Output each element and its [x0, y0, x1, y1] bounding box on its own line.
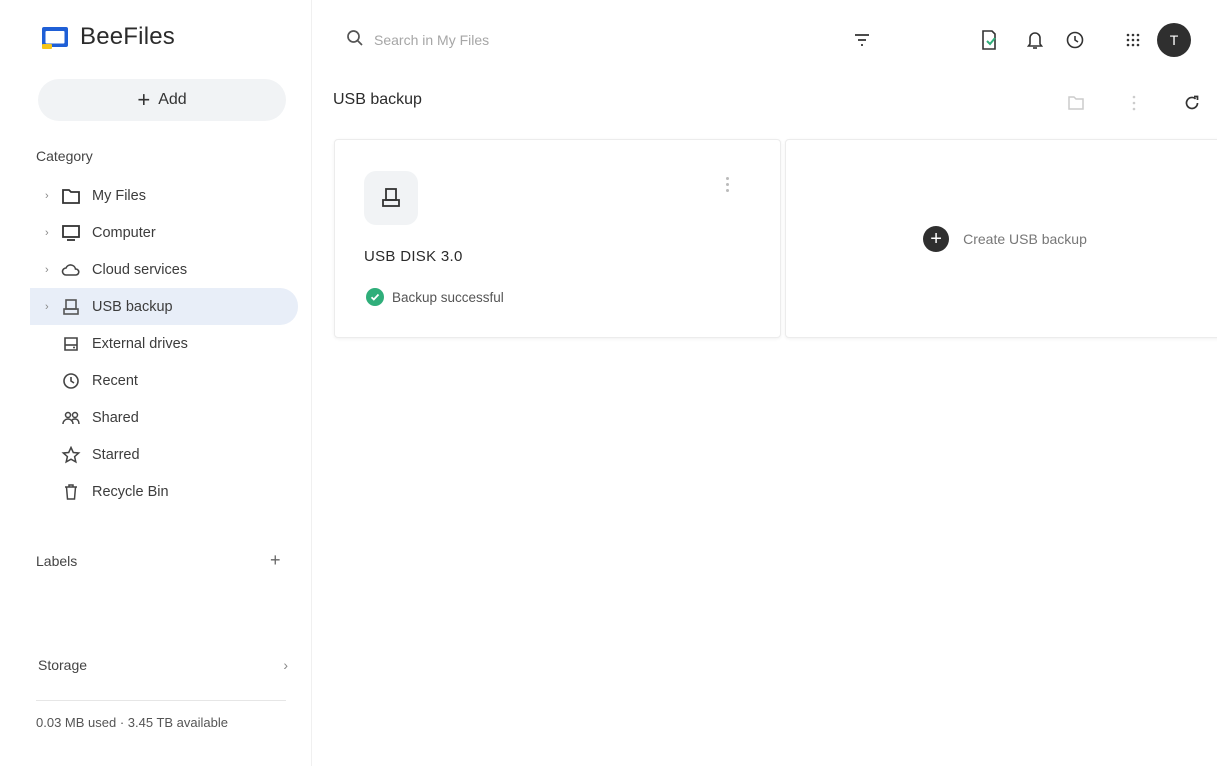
add-label-button[interactable]: + — [270, 550, 281, 571]
logo-icon — [40, 22, 70, 52]
labels-heading: Labels — [36, 553, 78, 569]
card-menu-button[interactable] — [715, 170, 739, 198]
sidebar-item-label: Recycle Bin — [92, 483, 169, 500]
refresh-icon[interactable] — [1174, 85, 1210, 121]
sidebar-item-label: Starred — [92, 446, 140, 463]
sidebar: BeeFiles + Add Category › My Files › Com… — [0, 0, 312, 766]
chevron-right-icon[interactable]: › — [45, 227, 53, 239]
sidebar-item-starred[interactable]: Starred — [30, 436, 298, 473]
create-usb-backup-label: Create USB backup — [963, 230, 1087, 247]
sidebar-item-label: My Files — [92, 187, 146, 204]
avatar[interactable]: T — [1157, 23, 1191, 57]
header-actions: T — [971, 22, 1191, 58]
backup-status: Backup successful — [366, 288, 504, 306]
sidebar-item-label: Shared — [92, 409, 139, 426]
sidebar-item-label: USB backup — [92, 298, 173, 315]
search-input[interactable] — [374, 32, 844, 48]
drive-name: USB DISK 3.0 — [364, 248, 463, 265]
more-vert-icon[interactable] — [1116, 85, 1152, 121]
sidebar-item-recent[interactable]: Recent — [30, 362, 298, 399]
plus-icon: + — [137, 87, 151, 112]
sidebar-item-shared[interactable]: Shared — [30, 399, 298, 436]
chevron-right-icon[interactable]: › — [45, 264, 53, 276]
usb-drive-icon — [60, 296, 82, 318]
check-circle-icon — [366, 288, 384, 306]
sidebar-item-label: Recent — [92, 372, 138, 389]
external-drive-icon — [60, 333, 82, 355]
sidebar-item-my-files[interactable]: › My Files — [30, 177, 298, 214]
search-icon — [346, 29, 364, 52]
page-title: USB backup — [333, 91, 422, 108]
sidebar-item-label: Computer — [92, 224, 156, 241]
sidebar-item-cloud-services[interactable]: › Cloud services — [30, 251, 298, 288]
folder-icon — [60, 185, 82, 207]
storage-heading: Storage — [38, 657, 88, 673]
sidebar-item-usb-backup[interactable]: › USB backup — [30, 288, 298, 325]
category-heading: Category — [36, 148, 93, 164]
filter-icon[interactable] — [844, 22, 880, 58]
divider — [36, 700, 286, 701]
chevron-right-icon[interactable]: › — [283, 657, 288, 673]
computer-icon — [60, 222, 82, 244]
sidebar-item-label: External drives — [92, 335, 188, 352]
trash-icon — [60, 481, 82, 503]
app-logo[interactable]: BeeFiles — [40, 22, 175, 52]
add-circle-icon: + — [923, 225, 950, 252]
sidebar-item-external-drives[interactable]: External drives — [30, 325, 298, 362]
usb-drive-card[interactable]: USB DISK 3.0 Backup successful — [334, 139, 781, 338]
app-name: BeeFiles — [80, 23, 175, 50]
sidebar-item-recycle-bin[interactable]: Recycle Bin — [30, 473, 298, 510]
search-bar[interactable] — [330, 20, 896, 60]
add-button[interactable]: + Add — [38, 79, 286, 121]
cloud-icon — [60, 259, 82, 281]
backup-status-text: Backup successful — [392, 289, 504, 305]
bell-icon[interactable] — [1017, 22, 1053, 58]
category-nav: › My Files › Computer › Cloud services › — [30, 177, 298, 510]
chevron-right-icon[interactable]: › — [45, 301, 53, 313]
star-icon — [60, 444, 82, 466]
usb-drive-icon — [364, 171, 418, 225]
storage-usage-text: 0.03 MB used · 3.45 TB available — [36, 715, 228, 730]
sidebar-item-label: Cloud services — [92, 261, 188, 278]
new-folder-icon[interactable] — [1058, 85, 1094, 121]
clock-icon[interactable] — [1057, 22, 1093, 58]
shared-icon — [60, 407, 82, 429]
apps-grid-icon[interactable] — [1115, 22, 1151, 58]
chevron-right-icon[interactable]: › — [45, 190, 53, 202]
add-button-label: Add — [158, 91, 187, 108]
create-usb-backup-card[interactable]: + Create USB backup — [785, 139, 1217, 338]
transfer-icon[interactable] — [971, 22, 1007, 58]
clock-icon — [60, 370, 82, 392]
sidebar-item-computer[interactable]: › Computer — [30, 214, 298, 251]
storage-header[interactable]: Storage › — [38, 657, 288, 673]
view-tools — [1058, 85, 1210, 121]
